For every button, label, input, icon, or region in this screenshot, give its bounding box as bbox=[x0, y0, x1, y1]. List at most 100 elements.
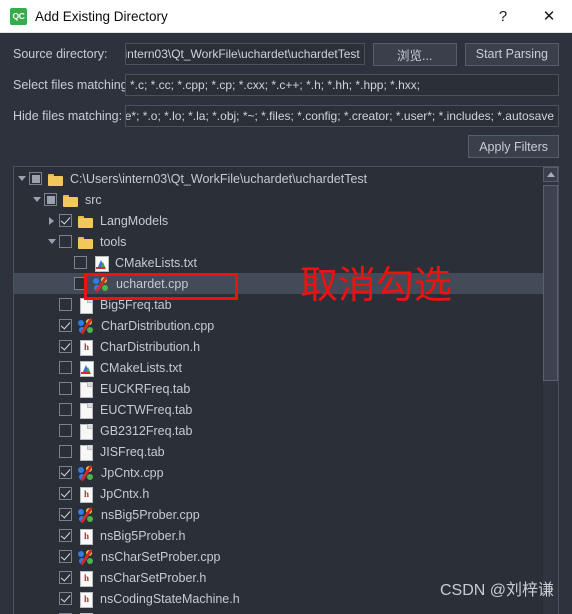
tree-row-label: CMakeLists.txt bbox=[100, 360, 182, 375]
tree-row[interactable]: nsCharSetProber.h bbox=[14, 567, 543, 588]
tree-row[interactable]: EUCKRFreq.tab bbox=[14, 378, 543, 399]
tree-row[interactable]: C:\Users\intern03\Qt_WorkFile\uchardet\u… bbox=[14, 168, 543, 189]
tree-row-label: C:\Users\intern03\Qt_WorkFile\uchardet\u… bbox=[70, 171, 368, 186]
tree-row-checkbox[interactable] bbox=[59, 508, 72, 521]
tree-row-label: src bbox=[85, 192, 102, 207]
tree-row-label: nsCharSetProber.h bbox=[100, 570, 207, 585]
tree-row[interactable]: CMakeLists.txt bbox=[14, 357, 543, 378]
tree-row[interactable]: nsBig5Prober.cpp bbox=[14, 504, 543, 525]
file-tree[interactable]: C:\Users\intern03\Qt_WorkFile\uchardet\u… bbox=[14, 167, 543, 614]
tree-row[interactable]: LangModels bbox=[14, 210, 543, 231]
tree-row-label: CharDistribution.cpp bbox=[101, 318, 215, 333]
select-files-input[interactable]: *.c; *.cc; *.cpp; *.cp; *.cxx; *.c++; *.… bbox=[125, 74, 559, 96]
folder-icon bbox=[63, 192, 79, 208]
expand-arrow-icon[interactable] bbox=[44, 216, 59, 225]
tree-row-checkbox[interactable] bbox=[59, 550, 72, 563]
browse-button[interactable]: 浏览... bbox=[372, 42, 457, 66]
cmake-file-icon bbox=[93, 255, 109, 272]
add-existing-directory-dialog: QC Add Existing Directory ? ✕ Source dir… bbox=[0, 0, 572, 614]
source-directory-row: Source directory: C:\Users\intern03\Qt_W… bbox=[13, 42, 559, 66]
tree-row-checkbox[interactable] bbox=[44, 193, 57, 206]
tree-row[interactable]: CharDistribution.cpp bbox=[14, 315, 543, 336]
tree-row[interactable]: EUCTWFreq.tab bbox=[14, 399, 543, 420]
file-tree-container: C:\Users\intern03\Qt_WorkFile\uchardet\u… bbox=[13, 166, 559, 614]
tree-row-checkbox[interactable] bbox=[59, 487, 72, 500]
tree-row[interactable]: tools bbox=[14, 231, 543, 252]
tree-row-label: nsBig5Prober.h bbox=[100, 528, 186, 543]
help-icon[interactable]: ? bbox=[480, 0, 526, 33]
tree-row-label: tools bbox=[100, 234, 127, 249]
hide-files-row: Hide files matching: Makefile*; *.o; *.l… bbox=[13, 105, 559, 127]
tree-row-label: EUCKRFreq.tab bbox=[100, 381, 191, 396]
cpp-file-icon bbox=[78, 317, 95, 334]
collapse-arrow-icon[interactable] bbox=[29, 197, 44, 202]
tree-row[interactable]: src bbox=[14, 189, 543, 210]
tree-row-checkbox[interactable] bbox=[29, 172, 42, 185]
apply-filters-button[interactable]: Apply Filters bbox=[468, 135, 559, 158]
tree-scrollbar[interactable] bbox=[543, 167, 558, 614]
header-file-icon bbox=[78, 486, 94, 503]
tree-row[interactable]: Big5Freq.tab bbox=[14, 294, 543, 315]
tree-row[interactable]: nsBig5Prober.h bbox=[14, 525, 543, 546]
header-file-icon bbox=[78, 591, 94, 608]
document-icon bbox=[78, 297, 94, 314]
tree-row[interactable]: CMakeLists.txt bbox=[14, 252, 543, 273]
header-file-icon bbox=[78, 570, 94, 587]
tree-row-checkbox[interactable] bbox=[59, 382, 72, 395]
qt-creator-icon: QC bbox=[10, 7, 27, 25]
tree-row[interactable]: CharDistribution.h bbox=[14, 336, 543, 357]
scrollbar-track[interactable] bbox=[543, 182, 558, 614]
tree-row-label: JpCntx.h bbox=[100, 486, 150, 501]
tree-row[interactable]: GB2312Freq.tab bbox=[14, 420, 543, 441]
start-parsing-button[interactable]: Start Parsing bbox=[464, 42, 559, 66]
select-files-row: Select files matching: *.c; *.cc; *.cpp;… bbox=[13, 74, 559, 96]
tree-row-label: EUCTWFreq.tab bbox=[100, 402, 193, 417]
select-files-label: Select files matching: bbox=[13, 78, 132, 92]
collapse-arrow-icon[interactable] bbox=[44, 239, 59, 244]
tree-row[interactable]: nsCharSetProber.cpp bbox=[14, 546, 543, 567]
source-directory-label: Source directory: bbox=[13, 47, 108, 61]
tree-row-label: JpCntx.cpp bbox=[101, 465, 164, 480]
hide-files-label: Hide files matching: bbox=[13, 109, 123, 123]
tree-row-checkbox[interactable] bbox=[59, 235, 72, 248]
tree-row[interactable]: JpCntx.cpp bbox=[14, 462, 543, 483]
tree-row-label: nsBig5Prober.cpp bbox=[101, 507, 200, 522]
collapse-arrow-icon[interactable] bbox=[14, 176, 29, 181]
tree-row[interactable]: JISFreq.tab bbox=[14, 441, 543, 462]
tree-row-checkbox[interactable] bbox=[59, 424, 72, 437]
tree-row-label: GB2312Freq.tab bbox=[100, 423, 193, 438]
tree-row[interactable]: uchardet.cpp bbox=[14, 273, 543, 294]
tree-row-checkbox[interactable] bbox=[59, 571, 72, 584]
tree-row-label: nsCodingStateMachine.h bbox=[100, 591, 240, 606]
tree-row-checkbox[interactable] bbox=[59, 592, 72, 605]
title-bar: QC Add Existing Directory ? ✕ bbox=[0, 0, 572, 33]
tree-row-checkbox[interactable] bbox=[59, 298, 72, 311]
close-icon[interactable]: ✕ bbox=[526, 0, 572, 33]
hide-files-input[interactable]: Makefile*; *.o; *.lo; *.la; *.obj; *~; *… bbox=[125, 105, 559, 127]
tree-row-checkbox[interactable] bbox=[59, 466, 72, 479]
apply-filters-row: Apply Filters bbox=[13, 135, 559, 158]
source-directory-input[interactable]: C:\Users\intern03\Qt_WorkFile\uchardet\u… bbox=[125, 43, 365, 65]
tree-row[interactable]: nscore.h bbox=[14, 609, 543, 614]
scroll-up-icon[interactable] bbox=[543, 167, 558, 182]
tree-row-label: LangModels bbox=[100, 213, 169, 228]
tree-row-checkbox[interactable] bbox=[74, 256, 87, 269]
tree-row[interactable]: nsCodingStateMachine.h bbox=[14, 588, 543, 609]
tree-row-checkbox[interactable] bbox=[59, 361, 72, 374]
tree-row-checkbox[interactable] bbox=[59, 319, 72, 332]
tree-row-checkbox[interactable] bbox=[74, 277, 87, 290]
tree-row-label: Big5Freq.tab bbox=[100, 297, 172, 312]
cpp-file-icon bbox=[78, 506, 95, 523]
tree-row-checkbox[interactable] bbox=[59, 403, 72, 416]
tree-row-checkbox[interactable] bbox=[59, 445, 72, 458]
folder-icon bbox=[48, 171, 64, 187]
tree-row[interactable]: JpCntx.h bbox=[14, 483, 543, 504]
dialog-body: Source directory: C:\Users\intern03\Qt_W… bbox=[0, 33, 572, 614]
document-icon bbox=[78, 402, 94, 419]
scrollbar-thumb[interactable] bbox=[543, 185, 558, 381]
header-file-icon bbox=[78, 339, 94, 356]
tree-row-checkbox[interactable] bbox=[59, 529, 72, 542]
tree-row-checkbox[interactable] bbox=[59, 340, 72, 353]
tree-row-checkbox[interactable] bbox=[59, 214, 72, 227]
document-icon bbox=[78, 423, 94, 440]
